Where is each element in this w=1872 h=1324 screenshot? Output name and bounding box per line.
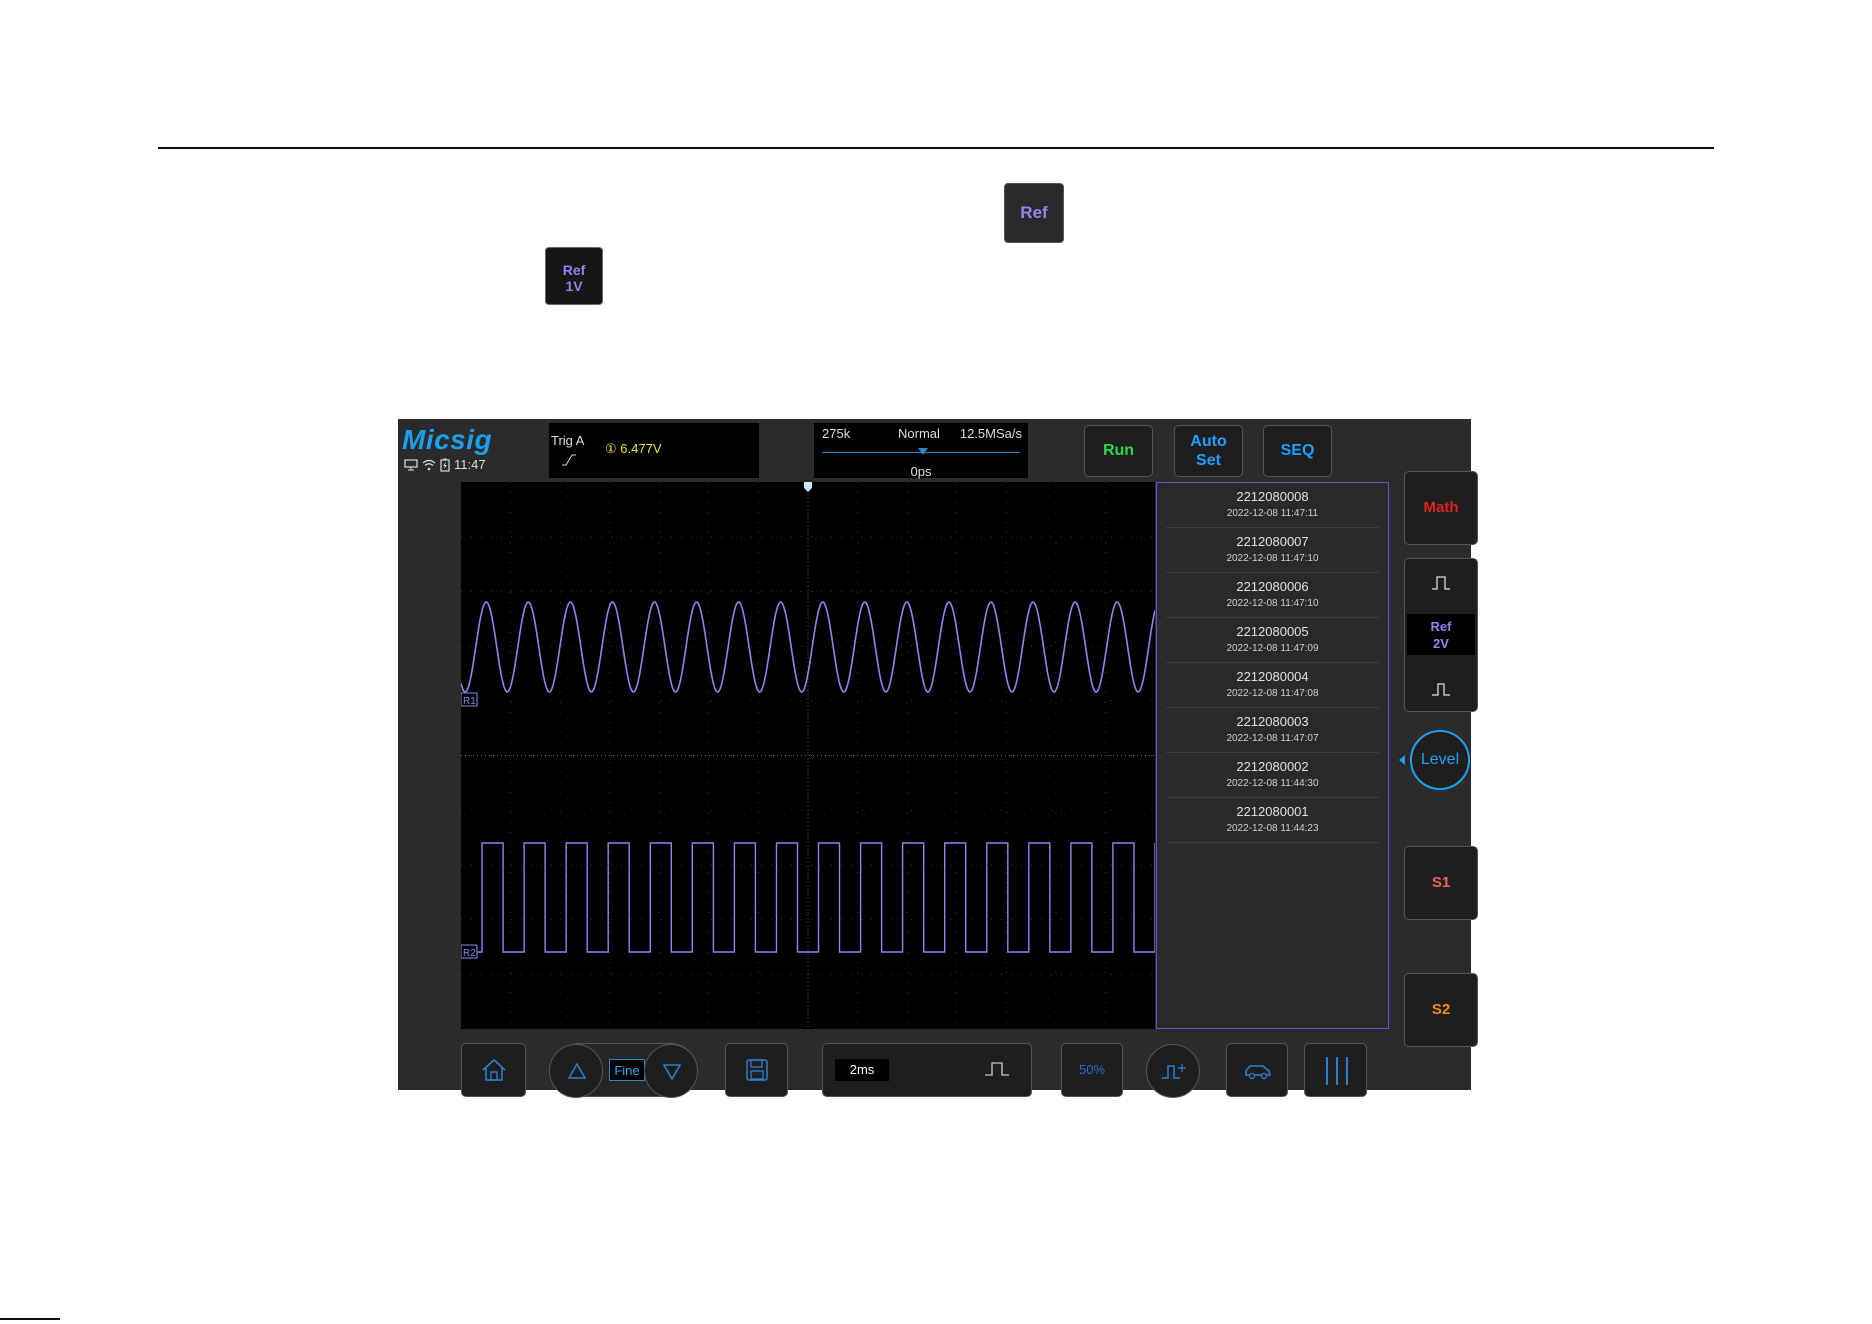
list-item[interactable]: 2212080005 2022-12-08 11:47:09 — [1166, 618, 1379, 663]
seq-button[interactable]: SEQ — [1263, 425, 1332, 477]
ref-file-date: 2022-12-08 11:44:23 — [1226, 823, 1319, 834]
list-item[interactable]: 2212080004 2022-12-08 11:47:08 — [1166, 663, 1379, 708]
ref-button-illustration: Ref — [1004, 183, 1064, 243]
waveform-display[interactable]: R1 R2 — [461, 482, 1155, 1029]
time-per-division: 2ms — [835, 1059, 889, 1081]
ref-file-id: 2212080006 — [1236, 579, 1309, 594]
triangle-down-icon — [662, 1064, 682, 1081]
ref-file-date: 2022-12-08 11:47:09 — [1226, 643, 1319, 654]
waveform-canvas: R1 R2 — [461, 482, 1155, 1029]
s2-button[interactable]: S2 — [1404, 973, 1478, 1047]
car-icon — [1245, 1065, 1271, 1080]
pulse-sparse-icon — [985, 1062, 1009, 1076]
battery-charging-icon — [440, 458, 450, 472]
r1-channel-label: R1 — [463, 696, 476, 707]
auto-set-line1: Auto — [1190, 433, 1227, 450]
auto-set-button[interactable]: Auto Set — [1174, 425, 1243, 477]
brand-logo: Micsig — [402, 424, 493, 455]
ref-file-id: 2212080002 — [1236, 759, 1309, 774]
fine-toggle[interactable]: Fine — [609, 1059, 645, 1081]
trigger-50-percent-button[interactable]: 50% — [1061, 1043, 1123, 1097]
ref-file-id: 2212080001 — [1236, 804, 1309, 819]
trigger-mode-button[interactable] — [1146, 1044, 1200, 1098]
trigger-position-marker — [918, 448, 928, 455]
ref-file-date: 2022-12-08 11:47:11 — [1226, 508, 1319, 519]
wifi-icon — [422, 459, 436, 470]
list-item[interactable]: 2212080007 2022-12-08 11:47:10 — [1166, 528, 1379, 573]
list-item[interactable]: 2212080006 2022-12-08 11:47:10 — [1166, 573, 1379, 618]
oscilloscope-screenshot: Micsig 11:47 Trig A ① 6.477V 275k Normal… — [398, 419, 1478, 1098]
save-button[interactable] — [725, 1043, 788, 1097]
cursor-button[interactable] — [1304, 1043, 1367, 1097]
ref-file-date: 2022-12-08 11:47:10 — [1226, 598, 1319, 609]
pulse-wide-icon — [1432, 576, 1450, 590]
ref-file-date: 2022-12-08 11:47:08 — [1226, 688, 1319, 699]
measure-button[interactable] — [1226, 1043, 1288, 1097]
ref-1v-button-illustration: Ref 1V — [545, 247, 603, 305]
page-divider — [158, 147, 1714, 149]
run-button[interactable]: Run — [1084, 425, 1153, 477]
ref-channel-control[interactable]: Ref 2V — [1404, 558, 1478, 712]
ref-file-date: 2022-12-08 11:47:07 — [1226, 733, 1319, 744]
auto-set-line2: Set — [1196, 452, 1221, 469]
rising-edge-icon — [562, 454, 576, 466]
cursor-lines-icon — [1326, 1057, 1348, 1085]
list-item[interactable]: 2212080001 2022-12-08 11:44:23 — [1166, 798, 1379, 843]
ref-file-id: 2212080007 — [1236, 534, 1309, 549]
home-icon — [482, 1058, 506, 1081]
list-item[interactable]: 2212080008 2022-12-08 11:47:11 — [1166, 483, 1379, 528]
ref-file-id: 2212080005 — [1236, 624, 1309, 639]
adjust-down-button[interactable] — [644, 1044, 698, 1098]
trigger-marker-icon — [804, 482, 812, 492]
acquisition-mode: Normal — [898, 426, 940, 441]
status-bar: 11:47 — [404, 457, 486, 472]
ref-file-id: 2212080008 — [1236, 489, 1309, 504]
ref-1v-label: Ref — [562, 262, 586, 278]
level-arrow-icon — [1399, 755, 1405, 765]
horizontal-offset: 0ps — [910, 464, 932, 479]
triangle-up-icon — [567, 1062, 587, 1079]
ref-file-id: 2212080004 — [1236, 669, 1309, 684]
trigger-panel[interactable]: Trig A ① 6.477V — [549, 423, 759, 478]
ref-file-date: 2022-12-08 11:44:30 — [1226, 778, 1319, 789]
trigger-mode-icon — [1162, 1064, 1186, 1079]
sample-rate: 12.5MSa/s — [959, 426, 1022, 441]
ref-file-date: 2022-12-08 11:47:10 — [1226, 553, 1319, 564]
ref-file-id: 2212080003 — [1236, 714, 1309, 729]
ref-label: Ref — [1430, 619, 1452, 634]
reference-file-list[interactable]: 2212080008 2022-12-08 11:47:11 2212080007 2… — [1156, 482, 1389, 1029]
floppy-icon — [746, 1059, 768, 1081]
home-button[interactable] — [461, 1043, 526, 1097]
list-item[interactable]: 2212080002 2022-12-08 11:44:30 — [1166, 753, 1379, 798]
trigger-level: ① 6.477V — [605, 441, 662, 456]
timebase-increase-button[interactable] — [962, 1043, 1032, 1097]
monitor-icon — [404, 458, 418, 470]
footer-rule — [0, 1318, 60, 1320]
adjust-up-button[interactable] — [549, 1044, 603, 1098]
r2-channel-label: R2 — [463, 948, 476, 959]
level-knob[interactable]: Level — [1410, 730, 1470, 790]
trigger-label: Trig A — [551, 433, 585, 448]
ref-1v-scale: 1V — [565, 278, 583, 294]
ref-scale-label: Ref 2V — [1407, 614, 1475, 655]
r2-square-trace — [461, 842, 1155, 953]
list-item[interactable]: 2212080003 2022-12-08 11:47:07 — [1166, 708, 1379, 753]
memory-depth: 275k — [822, 426, 851, 441]
math-button[interactable]: Math — [1404, 471, 1478, 545]
ref-volts-div: 2V — [1433, 636, 1449, 651]
clock: 11:47 — [454, 457, 486, 472]
timebase-panel[interactable]: 275k Normal 12.5MSa/s 0ps — [814, 423, 1028, 479]
s1-button[interactable]: S1 — [1404, 846, 1478, 920]
pulse-narrow-icon — [1432, 683, 1450, 696]
